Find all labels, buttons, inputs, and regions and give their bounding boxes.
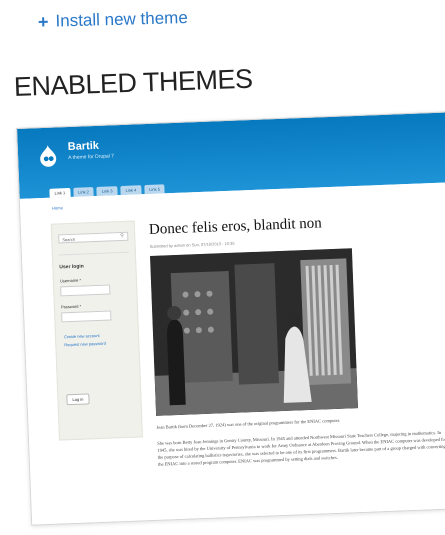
request-password-link: Request new password [64,340,107,348]
username-label: Username * [59,277,82,284]
username-field [60,284,111,297]
preview-content: Home Search ⚲ User login Username * Pass… [19,182,445,525]
eniac-photo [150,248,359,416]
plus-icon: + [37,11,49,32]
install-new-theme-label: Install new theme [55,8,189,31]
search-icon: ⚲ [120,232,125,240]
search-input: Search [58,231,129,244]
preview-sidebar: Search ⚲ User login Username * Password … [50,220,143,441]
submitted-info: Submitted by admin on Sun, 07/18/2010 - … [149,240,235,249]
breadcrumb: Home [52,205,63,211]
login-button: Log in [66,393,90,406]
site-slogan: A theme for Drupal 7 [68,153,115,162]
article-paragraph-2: She was born Betty Jean Jennings in Gent… [157,429,445,467]
drupal-logo-icon [40,144,57,167]
password-label: Password * [60,303,82,310]
section-title: ENABLED THEMES [13,63,253,102]
password-field [61,310,112,323]
create-account-link: Create new account [63,332,100,340]
user-login-title: User login [59,263,84,271]
sidebar-divider [58,251,129,256]
install-new-theme-link[interactable]: + Install new theme [38,8,188,32]
theme-screenshot[interactable]: Bartik A theme for Drupal 7 Link 1 Link … [16,111,445,526]
article-title: Donec felis eros, blandit non [148,215,323,238]
site-name: Bartik [67,139,100,154]
article-paragraph-1: Jean Bartik (born December 27, 1924) was… [156,417,341,430]
